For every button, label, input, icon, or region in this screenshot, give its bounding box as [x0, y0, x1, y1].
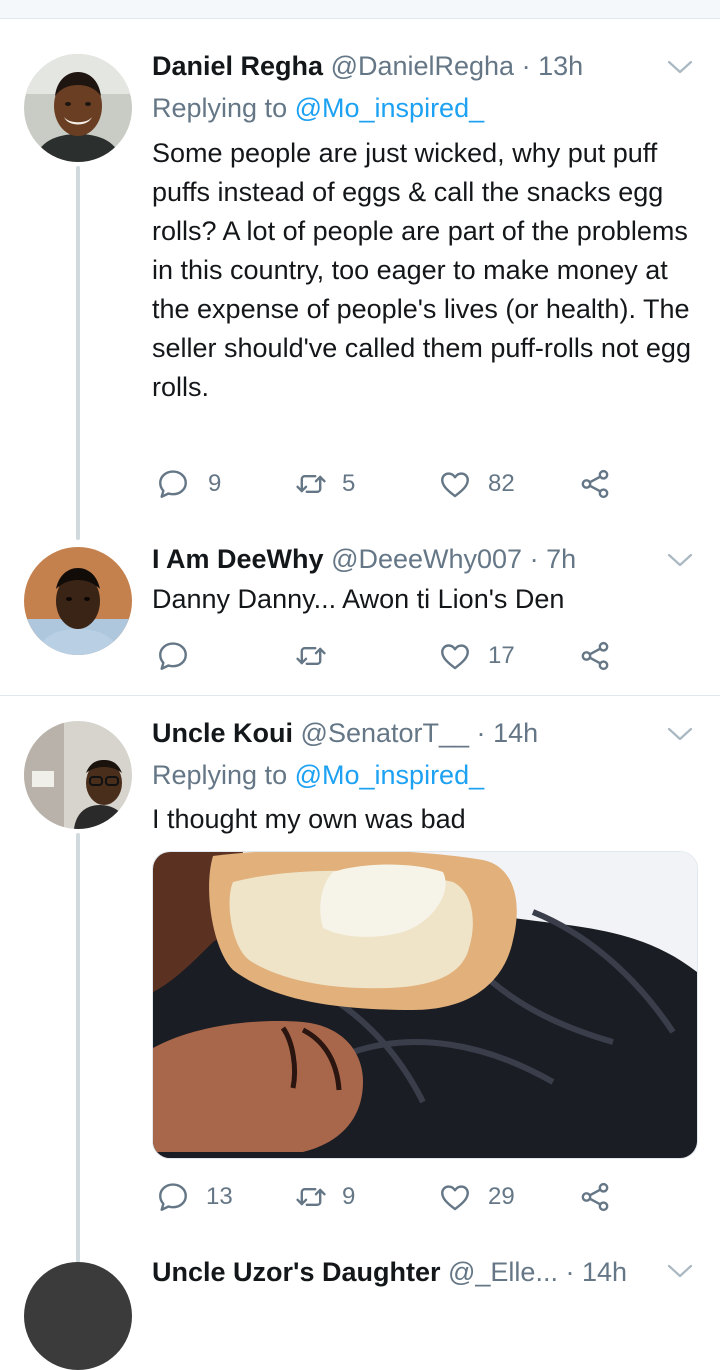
reply-count: 9	[208, 470, 222, 497]
retweet-count: 5	[342, 470, 356, 497]
reply-icon	[156, 639, 190, 673]
like-count: 82	[488, 470, 515, 497]
avatar[interactable]	[24, 547, 132, 655]
tweet-actions: 13 9 29	[152, 1177, 622, 1217]
share-icon	[578, 1180, 612, 1214]
replying-to-user-link[interactable]: @Mo_inspired_	[295, 93, 485, 123]
tweet-photo[interactable]	[152, 851, 698, 1159]
share-icon	[578, 467, 612, 501]
thread-divider	[0, 695, 720, 696]
reply-button[interactable]	[156, 636, 204, 676]
display-name[interactable]: Uncle Koui	[152, 718, 293, 748]
like-count: 29	[488, 1183, 515, 1210]
replying-to-user-link[interactable]: @Mo_inspired_	[295, 760, 485, 790]
separator-dot: ·	[521, 51, 531, 81]
share-button[interactable]	[578, 464, 612, 504]
share-button[interactable]	[578, 1177, 612, 1217]
replying-to: Replying to @Mo_inspired_	[152, 92, 484, 124]
display-name[interactable]: Uncle Uzor's Daughter	[152, 1257, 440, 1287]
user-handle[interactable]: @DeeeWhy007	[331, 544, 522, 574]
avatar[interactable]	[24, 54, 132, 162]
timestamp[interactable]: 13h	[538, 51, 583, 81]
tweet-header: Daniel Regha @DanielRegha · 13h	[152, 50, 583, 82]
reply-count: 13	[206, 1183, 233, 1210]
retweet-icon	[294, 639, 328, 673]
tweet-header: I Am DeeWhy @DeeeWhy007 · 7h	[152, 543, 576, 575]
separator-dot: ·	[476, 718, 486, 748]
heart-icon	[438, 467, 472, 501]
retweet-button[interactable]: 9	[294, 1177, 355, 1217]
reply-button[interactable]: 9	[156, 464, 221, 504]
display-name[interactable]: Daniel Regha	[152, 51, 323, 81]
separator-dot: ·	[565, 1257, 575, 1287]
timestamp[interactable]: 7h	[546, 544, 576, 574]
retweet-button[interactable]: 5	[294, 464, 355, 504]
retweet-button[interactable]	[294, 636, 342, 676]
chevron-down-icon[interactable]	[666, 725, 694, 743]
thread-line	[76, 833, 80, 1282]
timestamp[interactable]: 14h	[493, 718, 538, 748]
avatar[interactable]	[24, 721, 132, 829]
replying-to-label: Replying to	[152, 93, 288, 123]
tweet-actions: 17	[152, 636, 622, 676]
share-icon	[578, 639, 612, 673]
reply-icon	[156, 1180, 190, 1214]
retweet-count: 9	[342, 1183, 356, 1210]
retweet-icon	[294, 1180, 328, 1214]
separator-dot: ·	[529, 544, 539, 574]
chevron-down-icon[interactable]	[666, 551, 694, 569]
user-handle[interactable]: @DanielRegha	[331, 51, 515, 81]
timestamp[interactable]: 14h	[582, 1257, 627, 1287]
chevron-down-icon[interactable]	[666, 1262, 694, 1280]
tweet-text: Danny Danny... Awon ti Lion's Den	[152, 584, 565, 614]
share-button[interactable]	[578, 636, 612, 676]
heart-icon	[438, 639, 472, 673]
replying-to-label: Replying to	[152, 760, 288, 790]
heart-icon	[438, 1180, 472, 1214]
reply-button[interactable]: 13	[156, 1177, 233, 1217]
user-handle[interactable]: @SenatorT__	[301, 718, 470, 748]
like-button[interactable]: 29	[438, 1177, 515, 1217]
chevron-down-icon[interactable]	[666, 58, 694, 76]
tweet-header: Uncle Uzor's Daughter @_Elle... · 14h	[152, 1256, 627, 1288]
retweet-icon	[294, 467, 328, 501]
like-button[interactable]: 17	[438, 636, 515, 676]
tweet-actions: 9 5 82	[152, 464, 622, 504]
reply-icon	[156, 467, 190, 501]
display-name[interactable]: I Am DeeWhy	[152, 544, 324, 574]
thread-line	[76, 166, 80, 540]
tweet-header: Uncle Koui @SenatorT__ · 14h	[152, 717, 538, 749]
like-count: 17	[488, 642, 515, 669]
replying-to: Replying to @Mo_inspired_	[152, 759, 484, 791]
tweet-text: Some people are just wicked, why put puf…	[152, 138, 691, 402]
user-handle[interactable]: @_Elle...	[448, 1257, 558, 1287]
avatar[interactable]	[24, 1262, 132, 1370]
tweet-text: I thought my own was bad	[152, 804, 466, 834]
like-button[interactable]: 82	[438, 464, 515, 504]
previous-tweet-edge	[0, 0, 720, 19]
